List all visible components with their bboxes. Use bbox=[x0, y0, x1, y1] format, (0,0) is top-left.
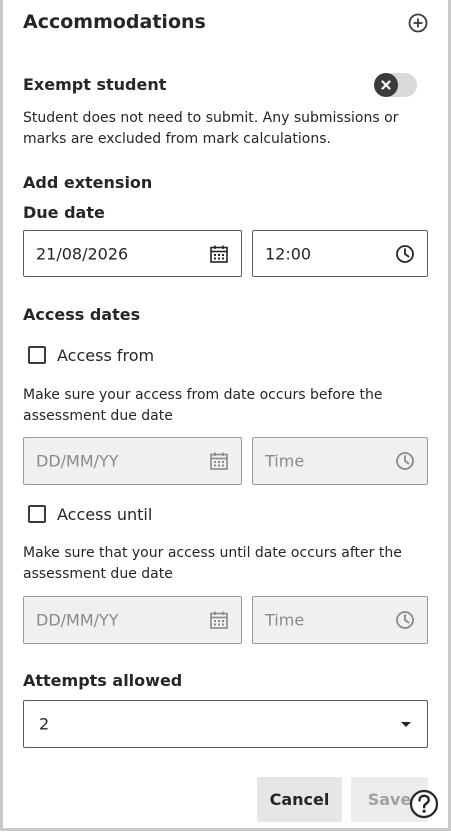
clock-icon bbox=[395, 451, 415, 471]
access-from-checkbox[interactable] bbox=[28, 346, 46, 364]
access-until-label: Access until bbox=[57, 505, 153, 524]
exempt-student-label: Exempt student bbox=[23, 75, 167, 94]
due-date-label: Due date bbox=[23, 203, 105, 222]
access-from-date-input[interactable]: DD/MM/YY bbox=[23, 437, 242, 485]
toggle-knob bbox=[374, 73, 398, 97]
due-date-value: 21/08/2026 bbox=[36, 244, 129, 263]
calendar-icon bbox=[209, 610, 229, 630]
access-until-date-input[interactable]: DD/MM/YY bbox=[23, 596, 242, 644]
close-icon bbox=[381, 80, 391, 90]
clock-icon bbox=[395, 610, 415, 630]
caret-down-icon bbox=[401, 722, 411, 727]
access-from-hint: Make sure your access from date occurs b… bbox=[23, 387, 383, 424]
due-time-value: 12:00 bbox=[265, 244, 312, 263]
access-dates-heading: Access dates bbox=[23, 305, 141, 324]
calendar-icon bbox=[209, 451, 229, 471]
access-until-date-placeholder: DD/MM/YY bbox=[36, 610, 119, 630]
add-extension-heading: Add extension bbox=[23, 173, 153, 192]
attempts-allowed-value: 2 bbox=[39, 714, 50, 734]
due-time-input[interactable]: 12:00 bbox=[252, 230, 428, 277]
attempts-allowed-select[interactable]: 2 bbox=[23, 700, 428, 748]
exempt-student-toggle[interactable] bbox=[374, 73, 417, 97]
calendar-icon[interactable] bbox=[209, 244, 229, 264]
plus-circle-icon[interactable] bbox=[408, 13, 428, 33]
access-until-checkbox[interactable] bbox=[28, 505, 46, 523]
attempts-allowed-label: Attempts allowed bbox=[23, 671, 183, 690]
access-from-label: Access from bbox=[57, 346, 155, 365]
exempt-description: Student does not need to submit. Any sub… bbox=[23, 110, 399, 147]
due-date-input[interactable]: 21/08/2026 bbox=[23, 230, 242, 277]
cancel-button[interactable]: Cancel bbox=[257, 777, 342, 822]
access-until-hint: Make sure that your access until date oc… bbox=[23, 545, 402, 582]
clock-icon[interactable] bbox=[395, 244, 415, 264]
access-from-time-placeholder: Time bbox=[265, 451, 305, 471]
access-from-time-input[interactable]: Time bbox=[252, 437, 428, 485]
access-until-time-placeholder: Time bbox=[265, 610, 305, 630]
access-until-time-input[interactable]: Time bbox=[252, 596, 428, 644]
help-icon[interactable] bbox=[409, 789, 439, 819]
panel-title: Accommodations bbox=[23, 11, 206, 33]
access-from-date-placeholder: DD/MM/YY bbox=[36, 451, 119, 471]
